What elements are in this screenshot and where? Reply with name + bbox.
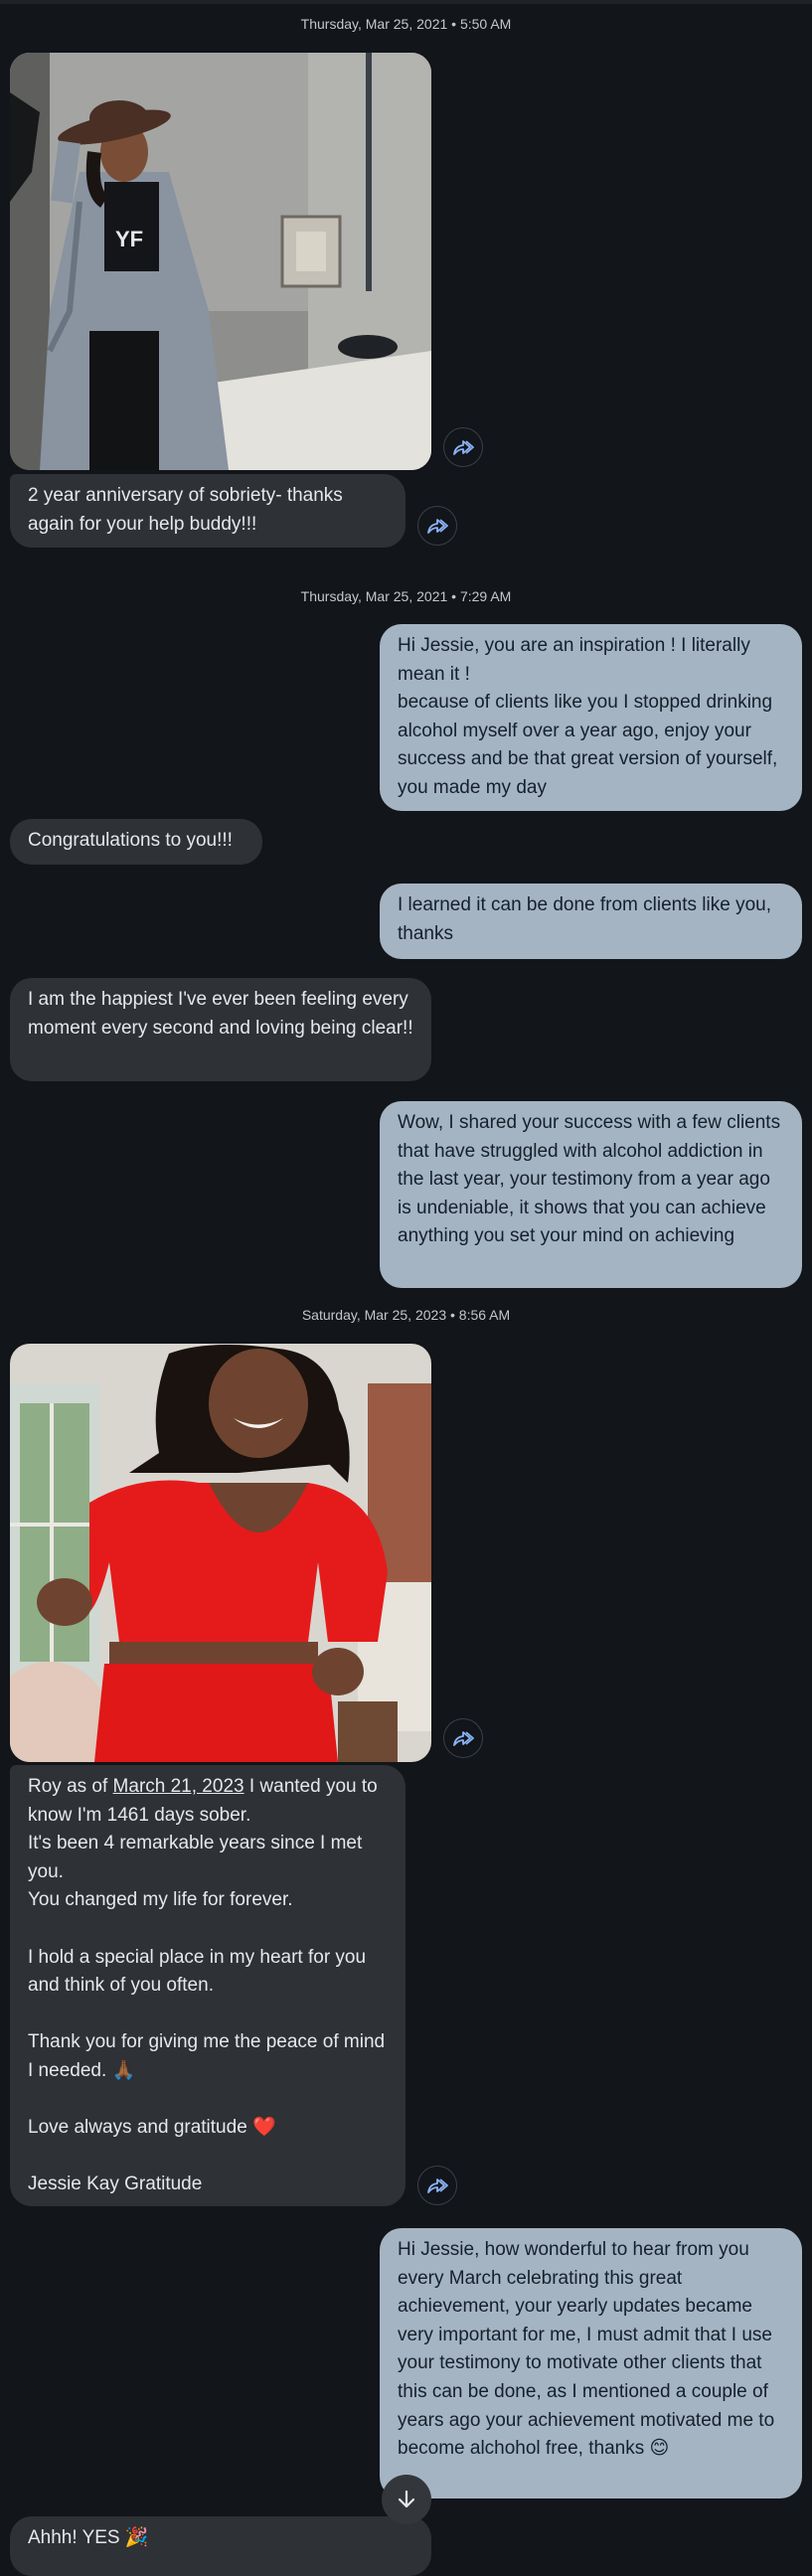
outgoing-message[interactable]: I learned it can be done from clients li… <box>380 884 802 959</box>
forward-icon <box>427 2178 448 2193</box>
outgoing-message[interactable]: Hi Jessie, how wonderful to hear from yo… <box>380 2228 802 2498</box>
forward-button[interactable] <box>417 2166 457 2205</box>
forward-button[interactable] <box>443 427 483 467</box>
incoming-message[interactable]: Roy as of March 21, 2023 I wanted you to… <box>10 1765 406 2206</box>
message-text: I wanted you to know I'm 1461 days sober… <box>28 1776 386 2195</box>
forward-icon <box>453 440 474 455</box>
incoming-message[interactable]: 2 year anniversary of sobriety- thanks a… <box>10 474 406 548</box>
forward-button[interactable] <box>417 506 457 546</box>
scroll-to-bottom-button[interactable] <box>382 2475 431 2524</box>
incoming-message[interactable]: I am the happiest I've ever been feeling… <box>10 978 431 1081</box>
outgoing-message[interactable]: Wow, I shared your success with a few cl… <box>380 1101 802 1288</box>
timestamp: Saturday, Mar 25, 2023 • 8:56 AM <box>301 1307 511 1323</box>
message-text: Roy as of <box>28 1776 113 1797</box>
incoming-message[interactable]: Congratulations to you!!! <box>10 819 262 865</box>
timestamp: Thursday, Mar 25, 2021 • 7:29 AM <box>300 588 512 604</box>
outgoing-message[interactable]: Hi Jessie, you are an inspiration ! I li… <box>380 624 802 811</box>
photo-attachment[interactable]: YF <box>10 53 431 470</box>
photo-attachment[interactable] <box>10 1344 431 1762</box>
forward-icon <box>427 519 448 534</box>
shirt-text: YF <box>115 227 143 251</box>
timestamp: Thursday, Mar 25, 2021 • 5:50 AM <box>300 16 512 32</box>
photo-woman-hat: YF <box>10 53 431 470</box>
photo-woman-red-dress <box>10 1344 431 1762</box>
forward-icon <box>453 1731 474 1746</box>
forward-button[interactable] <box>443 1718 483 1758</box>
top-divider <box>0 0 812 4</box>
arrow-down-icon <box>398 2490 415 2508</box>
date-link[interactable]: March 21, 2023 <box>113 1776 244 1797</box>
incoming-message[interactable]: Ahhh! YES 🎉 <box>10 2516 431 2576</box>
